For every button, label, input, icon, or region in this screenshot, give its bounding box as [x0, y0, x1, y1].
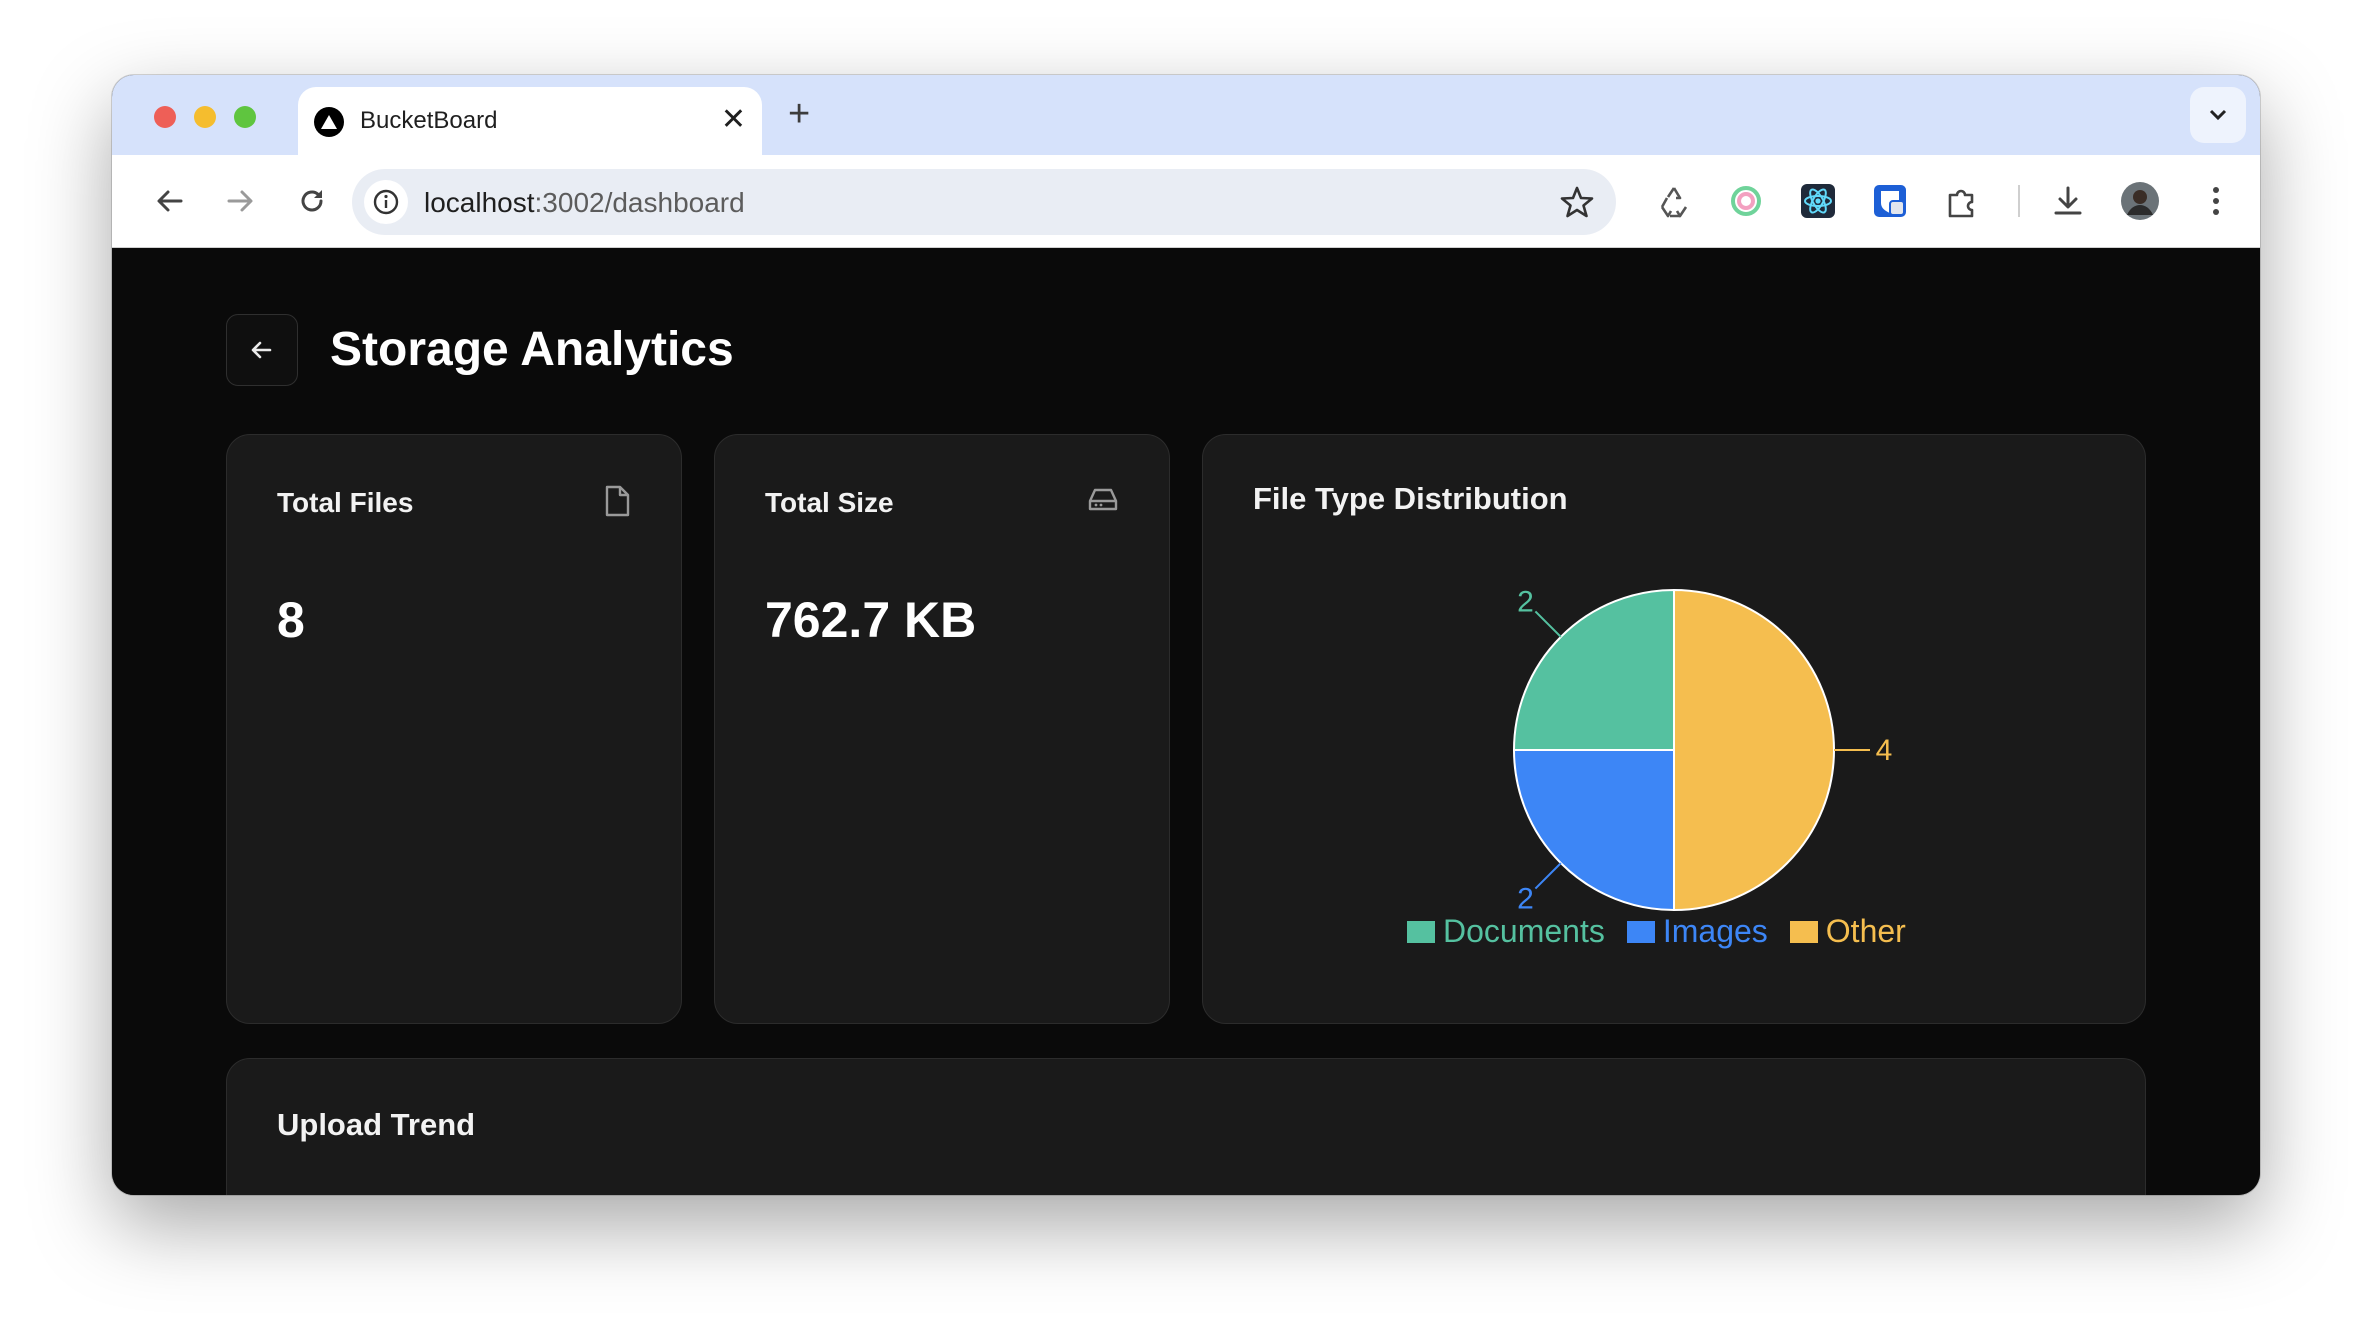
- hard-drive-icon: [1087, 485, 1119, 518]
- url-path: :3002/dashboard: [534, 187, 745, 218]
- legend-label: Documents: [1443, 913, 1605, 949]
- total-files-value: 8: [277, 592, 305, 648]
- legend-label: Other: [1825, 913, 1906, 949]
- close-window-button[interactable]: [154, 106, 176, 128]
- pie-slice-other[interactable]: [1673, 588, 1835, 912]
- back-arrow-icon[interactable]: [148, 179, 192, 223]
- puzzle-extensions-icon[interactable]: [1942, 181, 1982, 221]
- url-text[interactable]: localhost:3002/dashboard: [424, 187, 745, 219]
- data-label-images: 2: [1517, 882, 1534, 915]
- file-icon: [603, 485, 631, 522]
- reload-icon[interactable]: [290, 179, 334, 223]
- tab-bar: BucketBoard ✕ +: [112, 75, 2260, 155]
- legend-label: Images: [1662, 913, 1768, 949]
- legend-item-images[interactable]: Images: [1626, 913, 1768, 950]
- label-leader-documents: [1534, 610, 1562, 638]
- page-title: Storage Analytics: [330, 323, 734, 376]
- data-label-documents: 2: [1517, 586, 1534, 619]
- total-size-value: 762.7 KB: [765, 592, 977, 648]
- file-type-distribution-card: File Type Distribution 224 Documents Imag…: [1202, 434, 2146, 1024]
- back-button[interactable]: [226, 314, 298, 386]
- data-label-other: 4: [1876, 734, 1893, 767]
- url-host: localhost: [424, 187, 535, 218]
- download-icon[interactable]: [2048, 181, 2088, 221]
- label-leader-images: [1534, 862, 1562, 890]
- address-bar[interactable]: localhost:3002/dashboard: [352, 169, 1616, 235]
- tab-search-button[interactable]: [2190, 87, 2246, 143]
- arrow-left-icon: [251, 341, 272, 359]
- upload-trend-card: Upload Trend: [226, 1058, 2146, 1195]
- maximize-window-button[interactable]: [234, 106, 256, 128]
- more-menu-icon[interactable]: [2196, 181, 2236, 221]
- new-tab-button[interactable]: +: [788, 95, 810, 133]
- recycle-extension-icon[interactable]: [1654, 181, 1694, 221]
- triangle-logo-icon: [314, 107, 344, 137]
- bitwarden-extension-icon[interactable]: [1870, 181, 1910, 221]
- total-size-card: Total Size 762.7 KB: [714, 434, 1170, 1024]
- total-files-card: Total Files 8: [226, 434, 682, 1024]
- close-tab-icon[interactable]: ✕: [721, 103, 746, 137]
- bookmark-star-icon[interactable]: [1560, 185, 1594, 224]
- color-ring-extension-icon[interactable]: [1726, 181, 1766, 221]
- toolbar-divider: [2018, 185, 2020, 217]
- chevron-down-icon: [2209, 109, 2227, 121]
- forward-arrow-icon[interactable]: [218, 179, 262, 223]
- legend-item-documents[interactable]: Documents: [1407, 913, 1605, 950]
- total-size-title: Total Size: [765, 487, 894, 518]
- legend-swatch: [1407, 920, 1435, 943]
- browser-window: BucketBoard ✕ + localhost:3002/dashboard: [112, 75, 2260, 1195]
- profile-avatar[interactable]: [2120, 181, 2160, 221]
- legend-swatch: [1626, 920, 1655, 943]
- site-info-icon[interactable]: [364, 180, 408, 224]
- minimize-window-button[interactable]: [194, 106, 216, 128]
- browser-tab[interactable]: BucketBoard ✕: [298, 87, 762, 155]
- chart-legend: Documents Images Other: [1407, 913, 1928, 950]
- legend-swatch: [1789, 920, 1818, 943]
- upload-trend-title: Upload Trend: [277, 1107, 476, 1142]
- browser-toolbar: localhost:3002/dashboard: [112, 155, 2260, 248]
- legend-item-other[interactable]: Other: [1789, 913, 1906, 950]
- total-files-title: Total Files: [277, 487, 414, 518]
- react-devtools-icon[interactable]: [1798, 181, 1838, 221]
- dashboard-content: Storage Analytics Total Files 8 Total Si…: [112, 248, 2260, 1195]
- tab-title: BucketBoard: [360, 107, 498, 134]
